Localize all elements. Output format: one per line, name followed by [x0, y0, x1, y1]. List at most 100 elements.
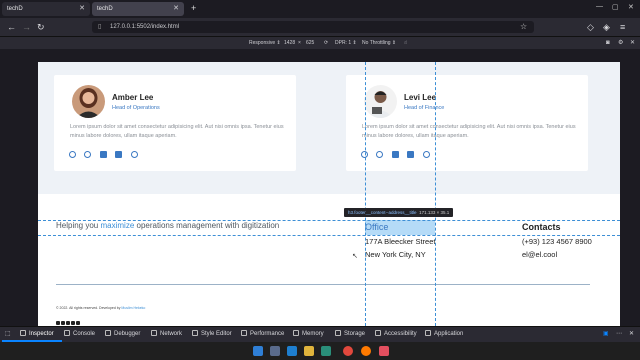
linkedin-icon[interactable] — [407, 151, 415, 158]
width-input[interactable]: 1428 — [284, 37, 295, 49]
tab-label: Storage — [344, 331, 366, 337]
device-select[interactable]: Responsive ⇕ — [249, 37, 281, 49]
browser-tab-active[interactable]: techD ✕ — [92, 2, 184, 16]
url-bar[interactable]: ▯ 127.0.0.1:5502/index.html ☆ — [92, 21, 534, 33]
more-options-icon[interactable]: ⋯ — [616, 327, 622, 342]
vscode-icon[interactable] — [287, 346, 297, 356]
inspector-guide — [38, 220, 620, 221]
tab-console[interactable]: Console — [64, 327, 95, 342]
devtools-toolbar: ⬚ Inspector Console Debugger Network Sty… — [0, 326, 640, 342]
close-rdm-icon[interactable]: ✕ — [630, 37, 635, 49]
facebook-icon[interactable] — [69, 151, 76, 158]
page-info-icon[interactable]: ▯ — [98, 23, 101, 30]
tab-label: Inspector — [29, 331, 54, 337]
app-icon[interactable] — [379, 346, 389, 356]
screenshot-icon[interactable]: ◙ — [606, 37, 610, 49]
taskbar — [0, 342, 640, 360]
team-card: Levi Lee Head of Finance Lorem ipsum dol… — [346, 75, 588, 171]
storage-icon — [335, 330, 341, 337]
inspector-guide — [365, 62, 366, 326]
person-name: Amber Lee — [112, 93, 154, 102]
close-icon[interactable]: ✕ — [173, 2, 179, 16]
youtube-icon[interactable] — [66, 321, 70, 325]
accessibility-icon — [375, 330, 381, 337]
tagline-highlight: maximize — [100, 221, 135, 230]
maximize-icon[interactable]: ▢ — [612, 3, 619, 11]
instagram-icon[interactable] — [130, 151, 138, 158]
footer-tagline: Helping you maximize operations manageme… — [56, 221, 279, 230]
firefox-icon[interactable] — [361, 346, 371, 356]
tagline-text: operations management with digitization — [134, 221, 280, 230]
settings-icon[interactable]: ⚙ — [618, 37, 623, 49]
pocket-icon[interactable]: ◇ — [587, 22, 594, 32]
tab-accessibility[interactable]: Accessibility — [375, 327, 417, 342]
social-links — [69, 145, 142, 163]
instagram-icon[interactable] — [422, 151, 430, 158]
tab-network[interactable]: Network — [151, 327, 182, 342]
throttle-select[interactable]: No Throttling ⇕ — [362, 37, 396, 49]
reload-icon[interactable]: ↻ — [37, 22, 45, 32]
tab-label: Memory — [302, 331, 324, 337]
tab-debugger[interactable]: Debugger — [105, 327, 140, 342]
footer-social-links — [56, 312, 81, 326]
touch-icon[interactable]: ☝ — [404, 37, 407, 49]
minimize-icon[interactable]: — — [596, 3, 603, 10]
console-icon — [64, 330, 70, 337]
youtube-icon[interactable] — [99, 151, 107, 158]
inspector-tooltip: h3.footer__content--address__title 171.1… — [344, 208, 454, 217]
person-role: Head of Operations — [112, 105, 160, 111]
back-icon[interactable]: ← — [7, 22, 16, 32]
tab-label: Performance — [250, 331, 285, 337]
twitter-icon[interactable] — [84, 151, 92, 158]
office-address-line: New York City, NY — [365, 250, 426, 259]
twitter-icon[interactable] — [61, 321, 65, 325]
tab-label: Network — [160, 331, 183, 337]
twitter-icon[interactable] — [376, 151, 384, 158]
linkedin-icon[interactable] — [71, 321, 75, 325]
inspector-guide — [435, 62, 436, 326]
tab-application[interactable]: Application — [425, 327, 463, 342]
tab-memory[interactable]: Memory — [293, 327, 324, 342]
browser-tab[interactable]: techD ✕ — [2, 2, 90, 16]
person-name: Levi Lee — [404, 93, 437, 102]
tooltip-size: 171.133 × 35.1 — [419, 210, 450, 215]
responsive-toolbar: Responsive ⇕ 1428 × 625 ⟳ DPR: 1 ⇕ No Th… — [0, 36, 640, 49]
network-icon — [151, 330, 157, 337]
url-text: 127.0.0.1:5502/index.html — [110, 24, 180, 30]
contacts-email[interactable]: el@el.cool — [522, 250, 557, 259]
youtube-icon[interactable] — [391, 151, 399, 158]
instagram-icon[interactable] — [76, 321, 80, 325]
rotate-icon[interactable]: ⟳ — [324, 37, 328, 49]
edge-icon[interactable] — [321, 346, 331, 356]
close-icon[interactable]: ✕ — [79, 2, 85, 16]
tab-bar: techD ✕ techD ✕ + — ▢ ✕ — [0, 0, 640, 18]
tab-performance[interactable]: Performance — [241, 327, 284, 342]
person-description: Lorem ipsum dolor sit amet consectetur a… — [362, 124, 576, 139]
bookmark-star-icon[interactable]: ☆ — [520, 22, 527, 31]
tab-style-editor[interactable]: Style Editor — [192, 327, 232, 342]
chrome-icon[interactable] — [343, 346, 353, 356]
forward-icon[interactable]: → — [22, 22, 31, 32]
contacts-phone[interactable]: (+93) 123 4567 8900 — [522, 237, 592, 246]
file-explorer-icon[interactable] — [304, 346, 314, 356]
close-window-icon[interactable]: ✕ — [628, 3, 634, 11]
menu-icon[interactable]: ≡ — [620, 22, 625, 32]
start-icon[interactable] — [253, 346, 263, 356]
new-tab-icon[interactable]: + — [191, 3, 196, 13]
developer-link[interactable]: Muslim Hekeko — [121, 306, 145, 310]
tab-label: Style Editor — [201, 331, 232, 337]
social-links — [361, 145, 434, 163]
linkedin-icon[interactable] — [115, 151, 123, 158]
height-input[interactable]: 625 — [306, 37, 314, 49]
app-icon[interactable] — [270, 346, 280, 356]
tab-label: Application — [434, 331, 464, 337]
tab-label: Debugger — [114, 331, 141, 337]
tab-storage[interactable]: Storage — [335, 327, 365, 342]
dpr-select[interactable]: DPR: 1 ⇕ — [335, 37, 357, 49]
extensions-icon[interactable]: ◈ — [603, 22, 610, 32]
close-devtools-icon[interactable]: ✕ — [629, 327, 634, 342]
responsive-mode-icon[interactable]: ▣ — [603, 327, 609, 342]
person-description: Lorem ipsum dolor sit amet consectetur a… — [70, 124, 284, 139]
facebook-icon[interactable] — [56, 321, 60, 325]
performance-icon — [241, 330, 247, 337]
